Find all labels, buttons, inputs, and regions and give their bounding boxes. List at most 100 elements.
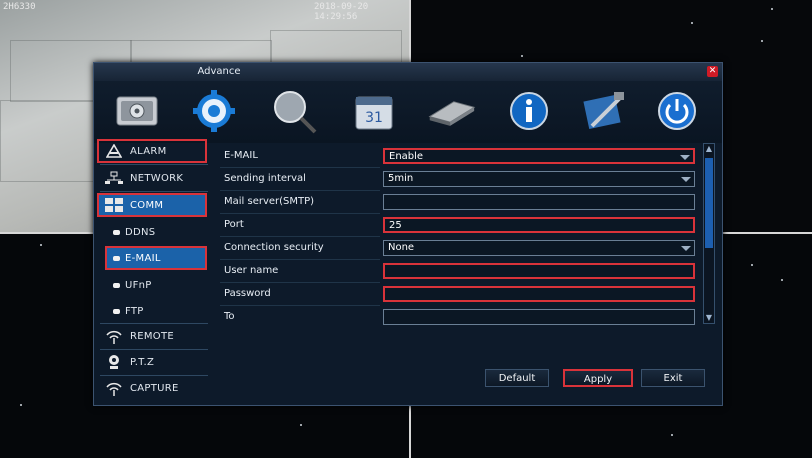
noise-dot [761, 40, 763, 42]
email-label: E-MAIL [224, 150, 258, 161]
nav-divider [100, 191, 208, 192]
bullet-icon [113, 255, 120, 261]
scroll-up-icon[interactable]: ▲ [705, 145, 713, 153]
magnifier-icon[interactable] [269, 86, 319, 136]
close-icon[interactable]: ✕ [707, 66, 718, 77]
sending-interval-row: Sending interval 5min [220, 168, 704, 191]
connection-security-label: Connection security [224, 242, 324, 253]
sidebar-item-ddns[interactable]: DDNS [106, 221, 206, 243]
scroll-down-icon[interactable]: ▼ [705, 314, 713, 322]
email-enable-select[interactable]: Enable [383, 148, 695, 164]
sidebar-item-network[interactable]: NETWORK [98, 167, 206, 189]
noise-dot [20, 404, 22, 406]
sidebar-item-label: COMM [130, 199, 164, 211]
calendar-icon[interactable]: 31 [349, 86, 399, 136]
sidebar-item-label: E-MAIL [125, 252, 161, 264]
email-row: E-MAIL Enable [220, 145, 704, 168]
title-bar: Advance ✕ [94, 63, 722, 81]
sidebar-item-label: NETWORK [130, 172, 184, 184]
sidebar-item-label: CAPTURE [130, 382, 179, 394]
sidebar-item-ftp[interactable]: FTP [106, 300, 206, 322]
port-input[interactable]: 25 [383, 217, 695, 233]
email-settings-form: E-MAIL Enable Sending interval 5min Mail… [220, 143, 704, 325]
settings-panel-icon[interactable] [112, 86, 162, 136]
exit-button[interactable]: Exit [641, 369, 705, 387]
port-row: Port 25 [220, 214, 704, 237]
sidebar-item-label: P.T.Z [130, 356, 155, 368]
form-scrollbar[interactable]: ▲ ▼ [703, 143, 715, 324]
select-value: None [388, 242, 415, 253]
noise-dot [300, 424, 302, 426]
sidebar-item-remote[interactable]: REMOTE [98, 325, 206, 347]
mail-server-input[interactable] [383, 194, 695, 210]
sidebar-item-alarm[interactable]: ALARM [97, 139, 207, 163]
sidebar-item-upnp[interactable]: UFnP [106, 274, 206, 296]
connection-security-row: Connection security None [220, 237, 704, 260]
dropdown-arrow-icon [680, 155, 690, 160]
password-label: Password [224, 288, 271, 299]
nav-divider [100, 164, 208, 165]
noise-dot [751, 264, 753, 266]
noise-dot [691, 22, 693, 24]
bullet-icon [113, 282, 120, 288]
sidebar-item-ptz[interactable]: P.T.Z [98, 351, 206, 373]
dialog-title: Advance [197, 66, 241, 77]
svg-text:31: 31 [365, 110, 383, 126]
grid-icon [104, 197, 124, 213]
password-row: Password [220, 283, 704, 306]
sidebar-item-label: FTP [125, 305, 144, 317]
toolbar: 31 [94, 81, 722, 143]
hard-disk-icon[interactable] [426, 86, 476, 136]
dropdown-arrow-icon [681, 246, 691, 251]
select-value: 5min [388, 173, 414, 184]
sending-interval-label: Sending interval [224, 173, 306, 184]
dropdown-arrow-icon [681, 177, 691, 182]
sidebar-item-label: DDNS [125, 226, 156, 238]
advance-dialog: Advance ✕ 31 ALARM NETWORK COMM DDNS E-M… [93, 62, 723, 406]
sending-interval-select[interactable]: 5min [383, 171, 695, 187]
user-name-label: User name [224, 265, 279, 276]
select-value: Enable [389, 151, 424, 162]
connection-security-select[interactable]: None [383, 240, 695, 256]
sidebar-item-label: UFnP [125, 279, 152, 291]
sidebar-item-email[interactable]: E-MAIL [105, 246, 207, 270]
nav-divider [100, 323, 208, 324]
network-icon [104, 170, 124, 186]
bullet-icon [113, 308, 120, 314]
sidebar-item-label: ALARM [130, 145, 167, 157]
sidebar-item-label: REMOTE [130, 330, 174, 342]
camera-timestamp: 2018-09-20 14:29:56 [314, 2, 369, 22]
bullet-icon [113, 229, 120, 235]
sidebar: ALARM NETWORK COMM DDNS E-MAIL UFnP FTP [94, 137, 212, 401]
noise-dot [40, 244, 42, 246]
nav-divider [100, 375, 208, 376]
noise-dot [781, 279, 783, 281]
apply-button[interactable]: Apply [563, 369, 633, 387]
noise-dot [521, 55, 523, 57]
nav-divider [100, 349, 208, 350]
noise-dot [671, 434, 673, 436]
default-button[interactable]: Default [485, 369, 549, 387]
wifi-icon [104, 328, 124, 344]
gear-icon[interactable] [189, 86, 239, 136]
info-icon[interactable] [504, 86, 554, 136]
noise-dot [771, 8, 773, 10]
mail-server-label: Mail server(SMTP) [224, 196, 315, 207]
power-icon[interactable] [652, 86, 702, 136]
channel-label: 2H6330 [3, 2, 36, 12]
scrollbar-thumb[interactable] [705, 158, 713, 248]
wifi-icon [104, 380, 124, 396]
sidebar-item-capture[interactable]: CAPTURE [98, 377, 206, 399]
password-input[interactable] [383, 286, 695, 302]
camera-icon [104, 354, 124, 370]
user-name-input[interactable] [383, 263, 695, 279]
port-label: Port [224, 219, 244, 230]
tools-icon[interactable] [580, 86, 630, 136]
sidebar-item-comm[interactable]: COMM [97, 193, 207, 217]
to-label: To [224, 311, 235, 322]
to-input[interactable] [383, 309, 695, 325]
user-name-row: User name [220, 260, 704, 283]
warning-icon [104, 143, 124, 159]
mail-server-row: Mail server(SMTP) [220, 191, 704, 214]
to-row: To [220, 306, 704, 329]
